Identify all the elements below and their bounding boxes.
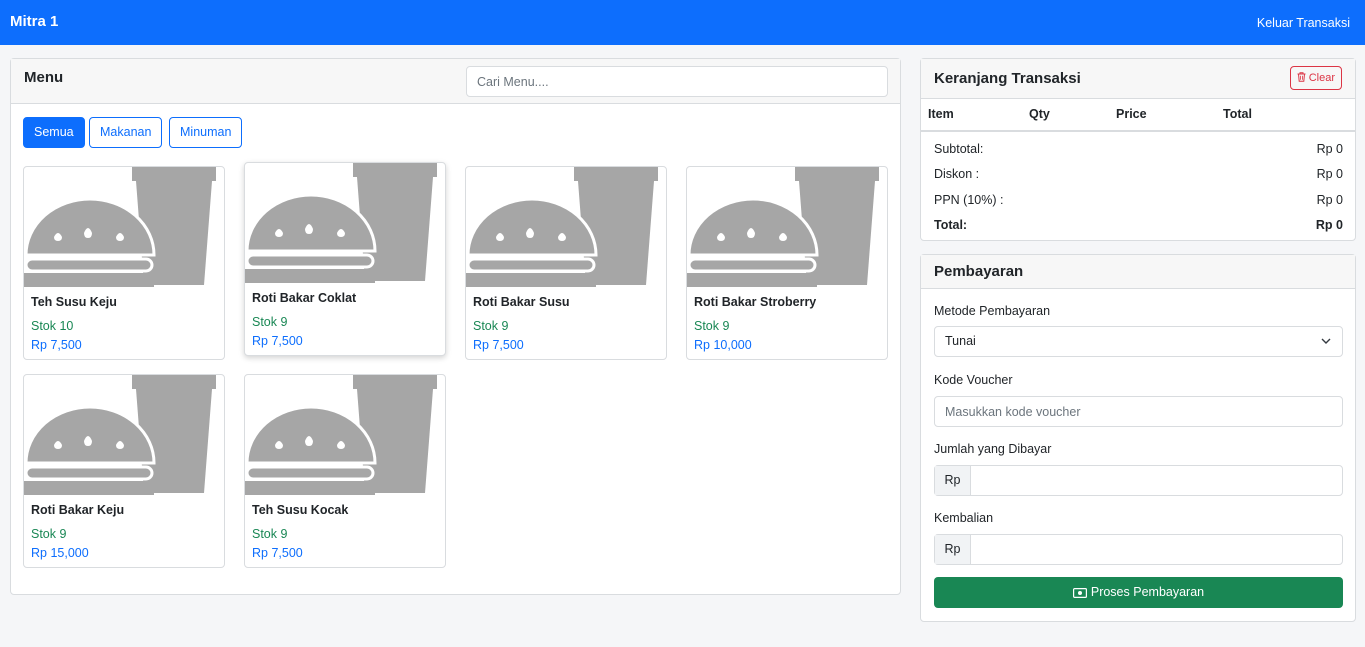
menu-item-name: Teh Susu Kocak (252, 503, 349, 517)
tax-label: PPN (10%) : (934, 193, 1004, 207)
top-navbar: Mitra 1 Keluar Transaksi (0, 0, 1365, 45)
menu-item-name: Roti Bakar Susu (473, 295, 570, 309)
menu-item-card[interactable]: Teh Susu Kocak Stok 9 Rp 7,500 (244, 374, 446, 568)
menu-item-price: Rp 7,500 (252, 334, 303, 348)
burger-drink-icon (24, 375, 216, 495)
col-qty: Qty (1029, 107, 1050, 121)
trash-icon (1297, 72, 1306, 82)
menu-item-card[interactable]: Roti Bakar Susu Stok 9 Rp 7,500 (465, 166, 667, 360)
menu-title: Menu (24, 69, 64, 86)
menu-item-card[interactable]: Roti Bakar Keju Stok 9 Rp 15,000 (23, 374, 225, 568)
change-input[interactable] (971, 535, 1342, 564)
col-item: Item (928, 107, 954, 121)
payment-method-select[interactable]: Tunai (934, 326, 1343, 357)
menu-item-stock: Stok 9 (473, 319, 509, 333)
chevron-down-icon (1321, 338, 1331, 344)
cart-table-header: Item Qty Price Total (921, 99, 1355, 132)
col-price: Price (1116, 107, 1147, 121)
burger-drink-icon (24, 167, 216, 287)
filter-semua-button[interactable]: Semua (23, 117, 85, 148)
filter-minuman-button[interactable]: Minuman (169, 117, 243, 148)
paid-currency-prefix: Rp (935, 466, 971, 495)
total-value: Rp 0 (1315, 218, 1343, 232)
cash-icon (1072, 588, 1087, 599)
cart-panel: Keranjang Transaksi Clear Item Qty Price… (920, 58, 1356, 241)
cart-title: Keranjang Transaksi (934, 70, 1081, 87)
subtotal-value: Rp 0 (1316, 142, 1343, 156)
burger-drink-icon (245, 375, 437, 495)
menu-header: Menu (11, 59, 900, 104)
burger-drink-icon (245, 163, 437, 283)
paid-amount-group: Rp (934, 465, 1343, 496)
subtotal-label: Subtotal: (934, 142, 984, 156)
payment-method-value: Tunai (945, 334, 976, 348)
menu-item-name: Roti Bakar Stroberry (694, 295, 817, 309)
exit-transaction-link[interactable]: Keluar Transaksi (1257, 16, 1350, 30)
col-total: Total (1223, 107, 1252, 121)
menu-item-stock: Stok 9 (694, 319, 730, 333)
subtotal-row: Subtotal: Rp 0 (934, 142, 1343, 156)
total-row: Total: Rp 0 (934, 218, 1343, 232)
process-payment-label: Proses Pembayaran (1090, 585, 1205, 599)
menu-item-stock: Stok 9 (252, 527, 288, 541)
brand-title: Mitra 1 (10, 13, 59, 30)
menu-item-card[interactable]: Roti Bakar Stroberry Stok 9 Rp 10,000 (686, 166, 888, 360)
menu-item-stock: Stok 9 (31, 527, 67, 541)
payment-method-label: Metode Pembayaran (934, 304, 1051, 318)
change-group: Rp (934, 534, 1343, 565)
tax-row: PPN (10%) : Rp 0 (934, 193, 1343, 207)
burger-drink-icon (687, 167, 879, 287)
menu-item-stock: Stok 10 (31, 319, 74, 333)
paid-amount-input[interactable] (971, 466, 1342, 495)
menu-item-price: Rp 15,000 (31, 546, 89, 560)
menu-item-price: Rp 7,500 (473, 338, 524, 352)
payment-panel: Pembayaran Metode Pembayaran Tunai Kode … (920, 254, 1356, 622)
paid-amount-label: Jumlah yang Dibayar (934, 442, 1052, 456)
voucher-input[interactable] (934, 396, 1343, 427)
burger-drink-icon (466, 167, 658, 287)
change-label: Kembalian (934, 511, 994, 525)
cart-header: Keranjang Transaksi Clear (921, 59, 1355, 99)
process-payment-button[interactable]: Proses Pembayaran (934, 577, 1343, 608)
payment-title: Pembayaran (934, 263, 1024, 280)
menu-item-card[interactable]: Teh Susu Keju Stok 10 Rp 7,500 (23, 166, 225, 360)
clear-label: Clear (1308, 72, 1335, 84)
menu-panel: Menu Semua Makanan Minuman Teh Susu Keju… (10, 58, 901, 595)
total-label: Total: (934, 218, 968, 232)
menu-item-stock: Stok 9 (252, 315, 288, 329)
menu-item-name: Roti Bakar Keju (31, 503, 125, 517)
discount-label: Diskon : (934, 167, 980, 181)
menu-item-price: Rp 7,500 (252, 546, 303, 560)
menu-item-name: Teh Susu Keju (31, 295, 117, 309)
voucher-label: Kode Voucher (934, 373, 1013, 387)
clear-cart-button[interactable]: Clear (1289, 66, 1342, 90)
filter-makanan-button[interactable]: Makanan (89, 117, 163, 148)
search-menu-input[interactable] (466, 66, 888, 97)
menu-item-name: Roti Bakar Coklat (252, 291, 357, 305)
tax-value: Rp 0 (1316, 193, 1343, 207)
menu-item-card[interactable]: Roti Bakar Coklat Stok 9 Rp 7,500 (244, 162, 446, 356)
discount-row: Diskon : Rp 0 (934, 167, 1343, 181)
discount-value: Rp 0 (1316, 167, 1343, 181)
menu-item-price: Rp 10,000 (694, 338, 752, 352)
menu-item-price: Rp 7,500 (31, 338, 82, 352)
payment-header: Pembayaran (921, 255, 1355, 289)
change-currency-prefix: Rp (935, 535, 971, 564)
